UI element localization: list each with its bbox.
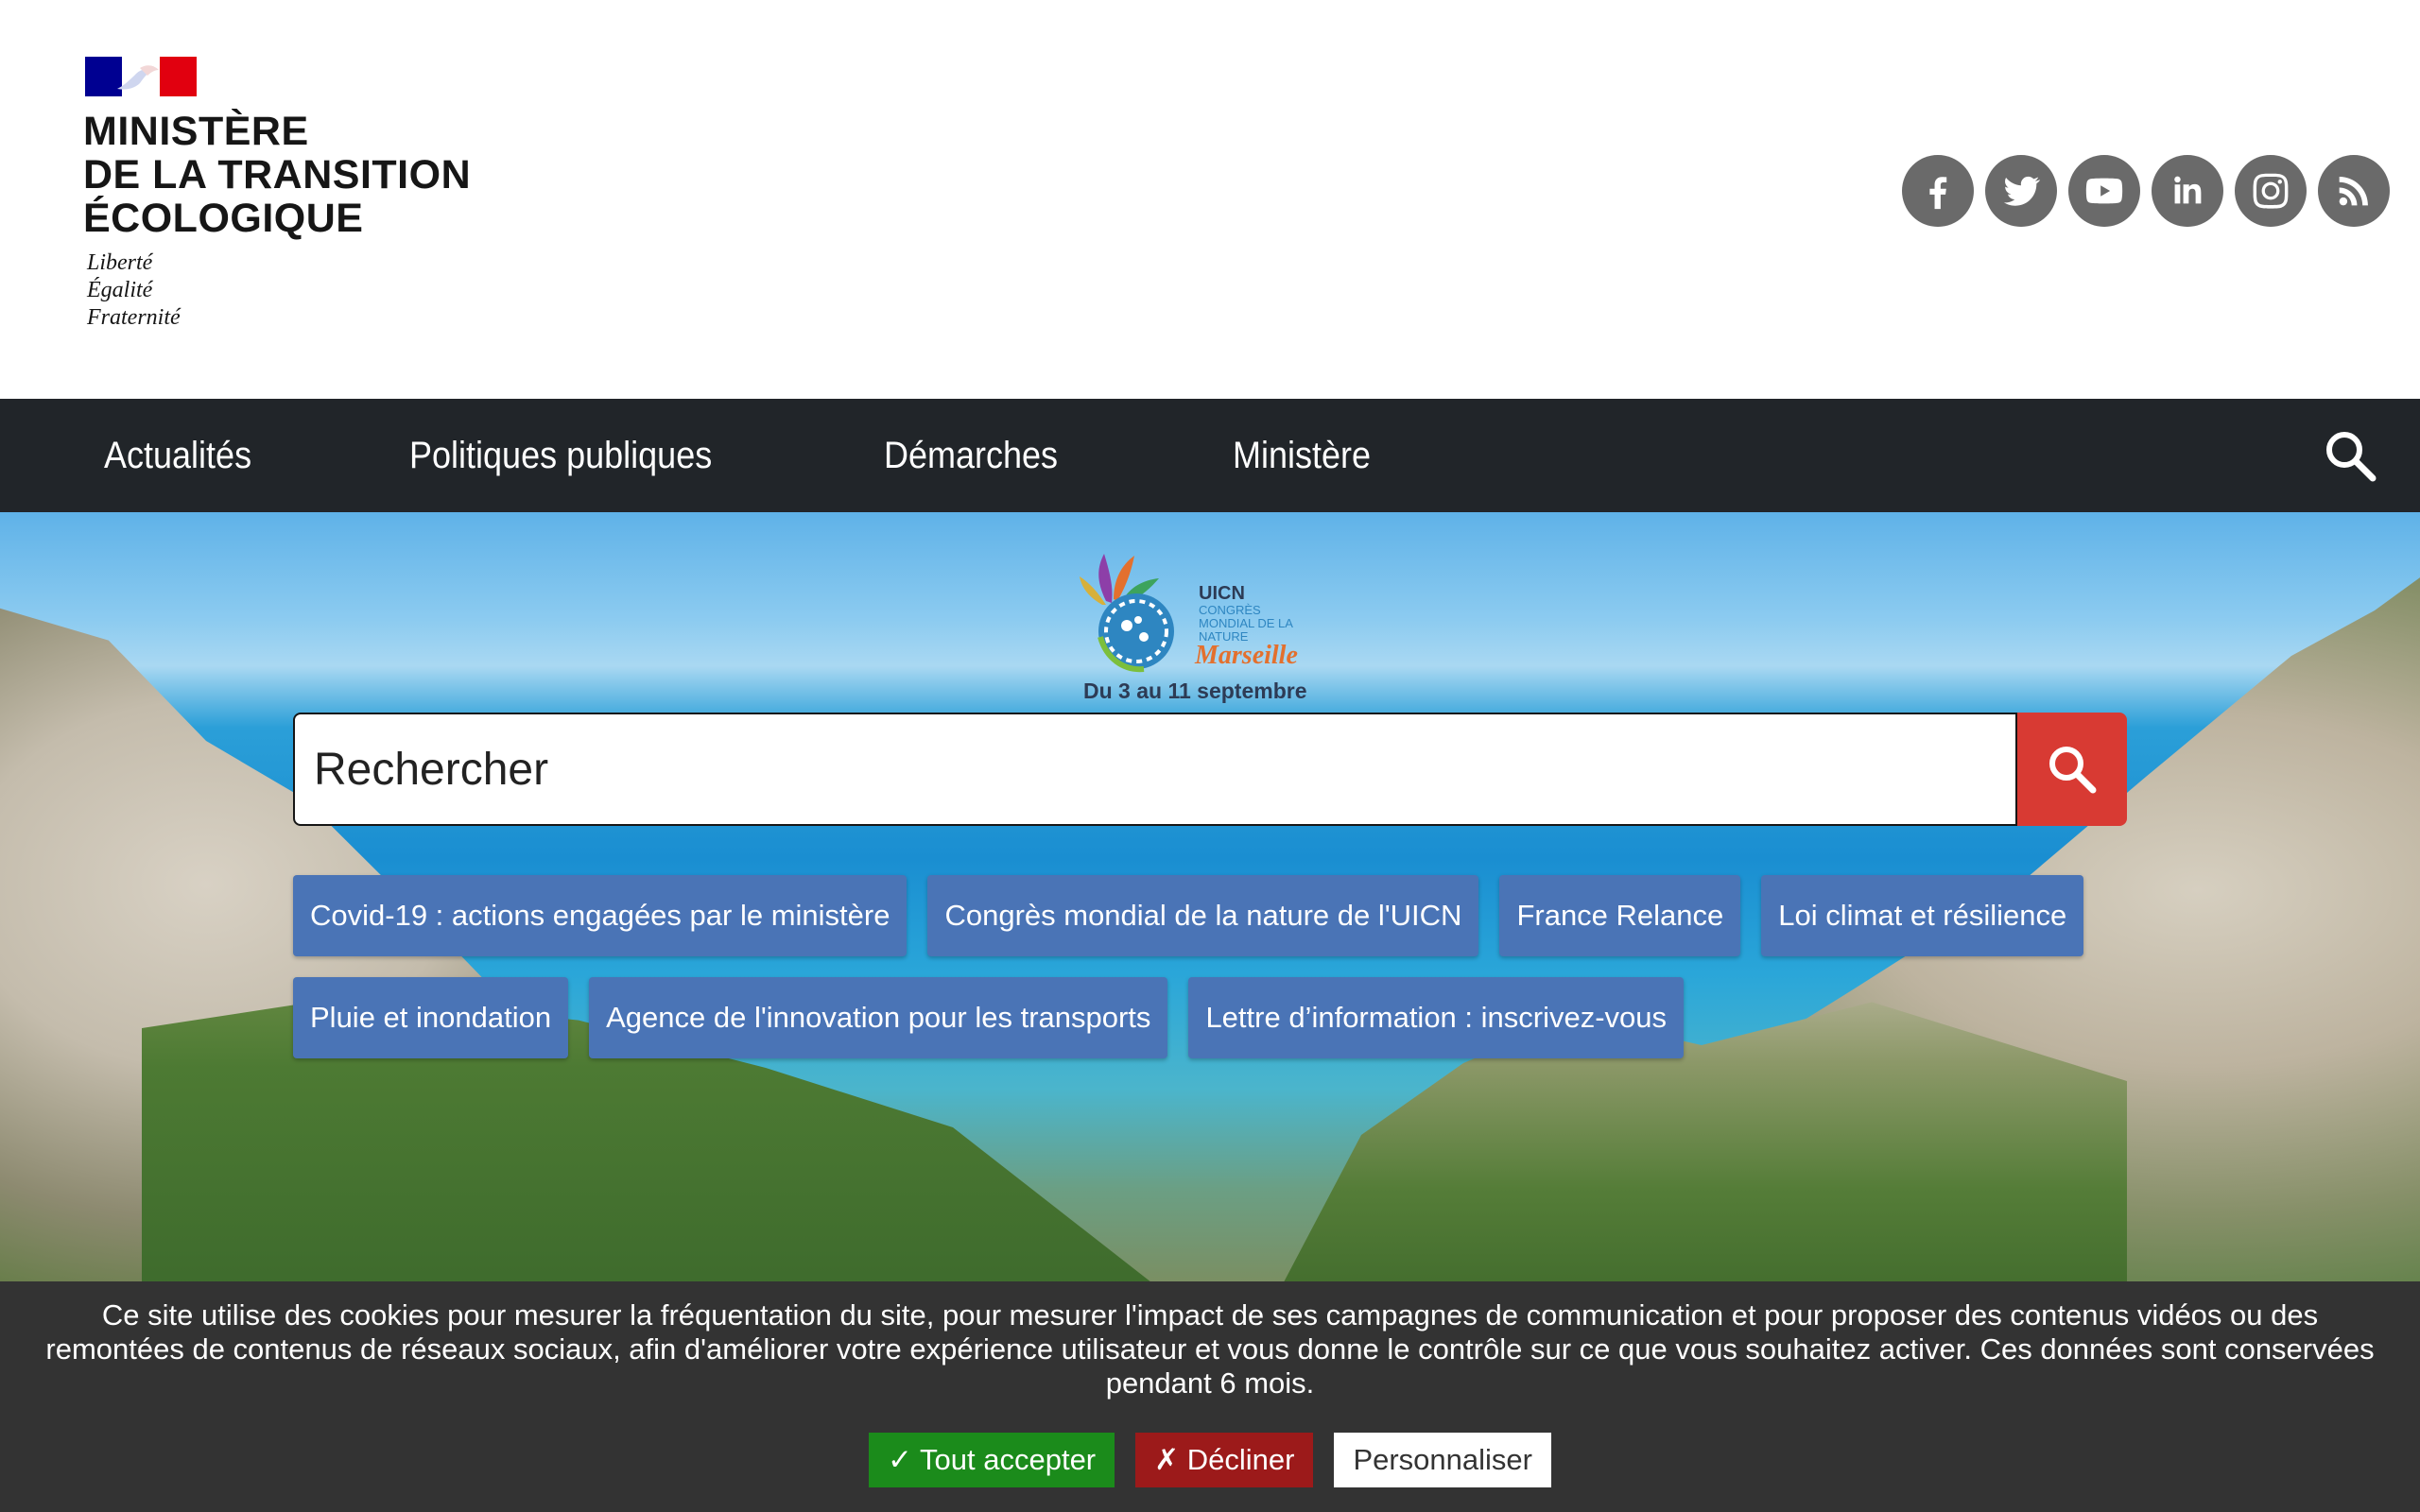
decline-button[interactable]: ✗ Décliner <box>1135 1433 1314 1487</box>
nav-item-politiques-publiques[interactable]: Politiques publiques <box>409 435 712 477</box>
tag-covid[interactable]: Covid-19 : actions engagées par le minis… <box>293 875 908 956</box>
nav-item-demarches[interactable]: Démarches <box>884 435 1058 477</box>
search-icon[interactable] <box>2322 427 2378 484</box>
customize-button[interactable]: Personnaliser <box>1334 1433 1551 1487</box>
search-bar <box>293 713 2127 826</box>
svg-text:UICN: UICN <box>1199 583 1245 604</box>
site-header: MINISTÈRE DE LA TRANSITION ÉCOLOGIQUE Li… <box>0 0 2420 399</box>
svg-text:MONDIAL DE LA: MONDIAL DE LA <box>1199 616 1293 630</box>
social-links <box>1902 155 2390 227</box>
uicn-congress-logo[interactable]: UICN CONGRÈS MONDIAL DE LA NATURE Marsei… <box>1068 544 1314 686</box>
nav-item-ministere[interactable]: Ministère <box>1233 435 1371 477</box>
accept-all-button[interactable]: ✓ Tout accepter <box>869 1433 1115 1487</box>
nav-item-actualites[interactable]: Actualités <box>104 435 251 477</box>
facebook-icon[interactable] <box>1902 155 1974 227</box>
event-dates: Du 3 au 11 septembre <box>1083 679 1307 703</box>
tag-lettre-information[interactable]: Lettre d’information : inscrivez-vous <box>1188 977 1685 1058</box>
ministry-logo[interactable]: MINISTÈRE DE LA TRANSITION ÉCOLOGIQUE Li… <box>83 55 518 338</box>
hero-banner: UICN CONGRÈS MONDIAL DE LA NATURE Marsei… <box>0 512 2420 1281</box>
cookie-message: Ce site utilise des cookies pour mesurer… <box>45 1298 2375 1400</box>
svg-text:CONGRÈS: CONGRÈS <box>1199 603 1261 617</box>
tag-congres-uicn[interactable]: Congrès mondial de la nature de l'UICN <box>927 875 1479 956</box>
tag-loi-climat[interactable]: Loi climat et résilience <box>1761 875 2084 956</box>
svg-text:Marseille: Marseille <box>1194 641 1298 670</box>
main-navigation: Actualités Politiques publiques Démarche… <box>0 399 2420 512</box>
cookie-banner: Ce site utilise des cookies pour mesurer… <box>0 1281 2420 1512</box>
search-input[interactable] <box>293 713 2017 826</box>
search-icon <box>2049 747 2097 794</box>
ministry-name: MINISTÈRE DE LA TRANSITION ÉCOLOGIQUE <box>83 109 472 241</box>
tag-agence-innovation-transports[interactable]: Agence de l'innovation pour les transpor… <box>589 977 1168 1058</box>
linkedin-icon[interactable] <box>2152 155 2223 227</box>
republic-motto: Liberté Égalité Fraternité <box>87 250 181 330</box>
marianne-flag-logo <box>85 57 197 96</box>
tag-pluie-inondation[interactable]: Pluie et inondation <box>293 977 569 1058</box>
twitter-icon[interactable] <box>1985 155 2057 227</box>
youtube-icon[interactable] <box>2068 155 2140 227</box>
search-button[interactable] <box>2017 713 2127 826</box>
instagram-icon[interactable] <box>2235 155 2307 227</box>
rss-icon[interactable] <box>2318 155 2390 227</box>
tag-france-relance[interactable]: France Relance <box>1499 875 1741 956</box>
quick-links: Covid-19 : actions engagées par le minis… <box>293 875 2127 1079</box>
